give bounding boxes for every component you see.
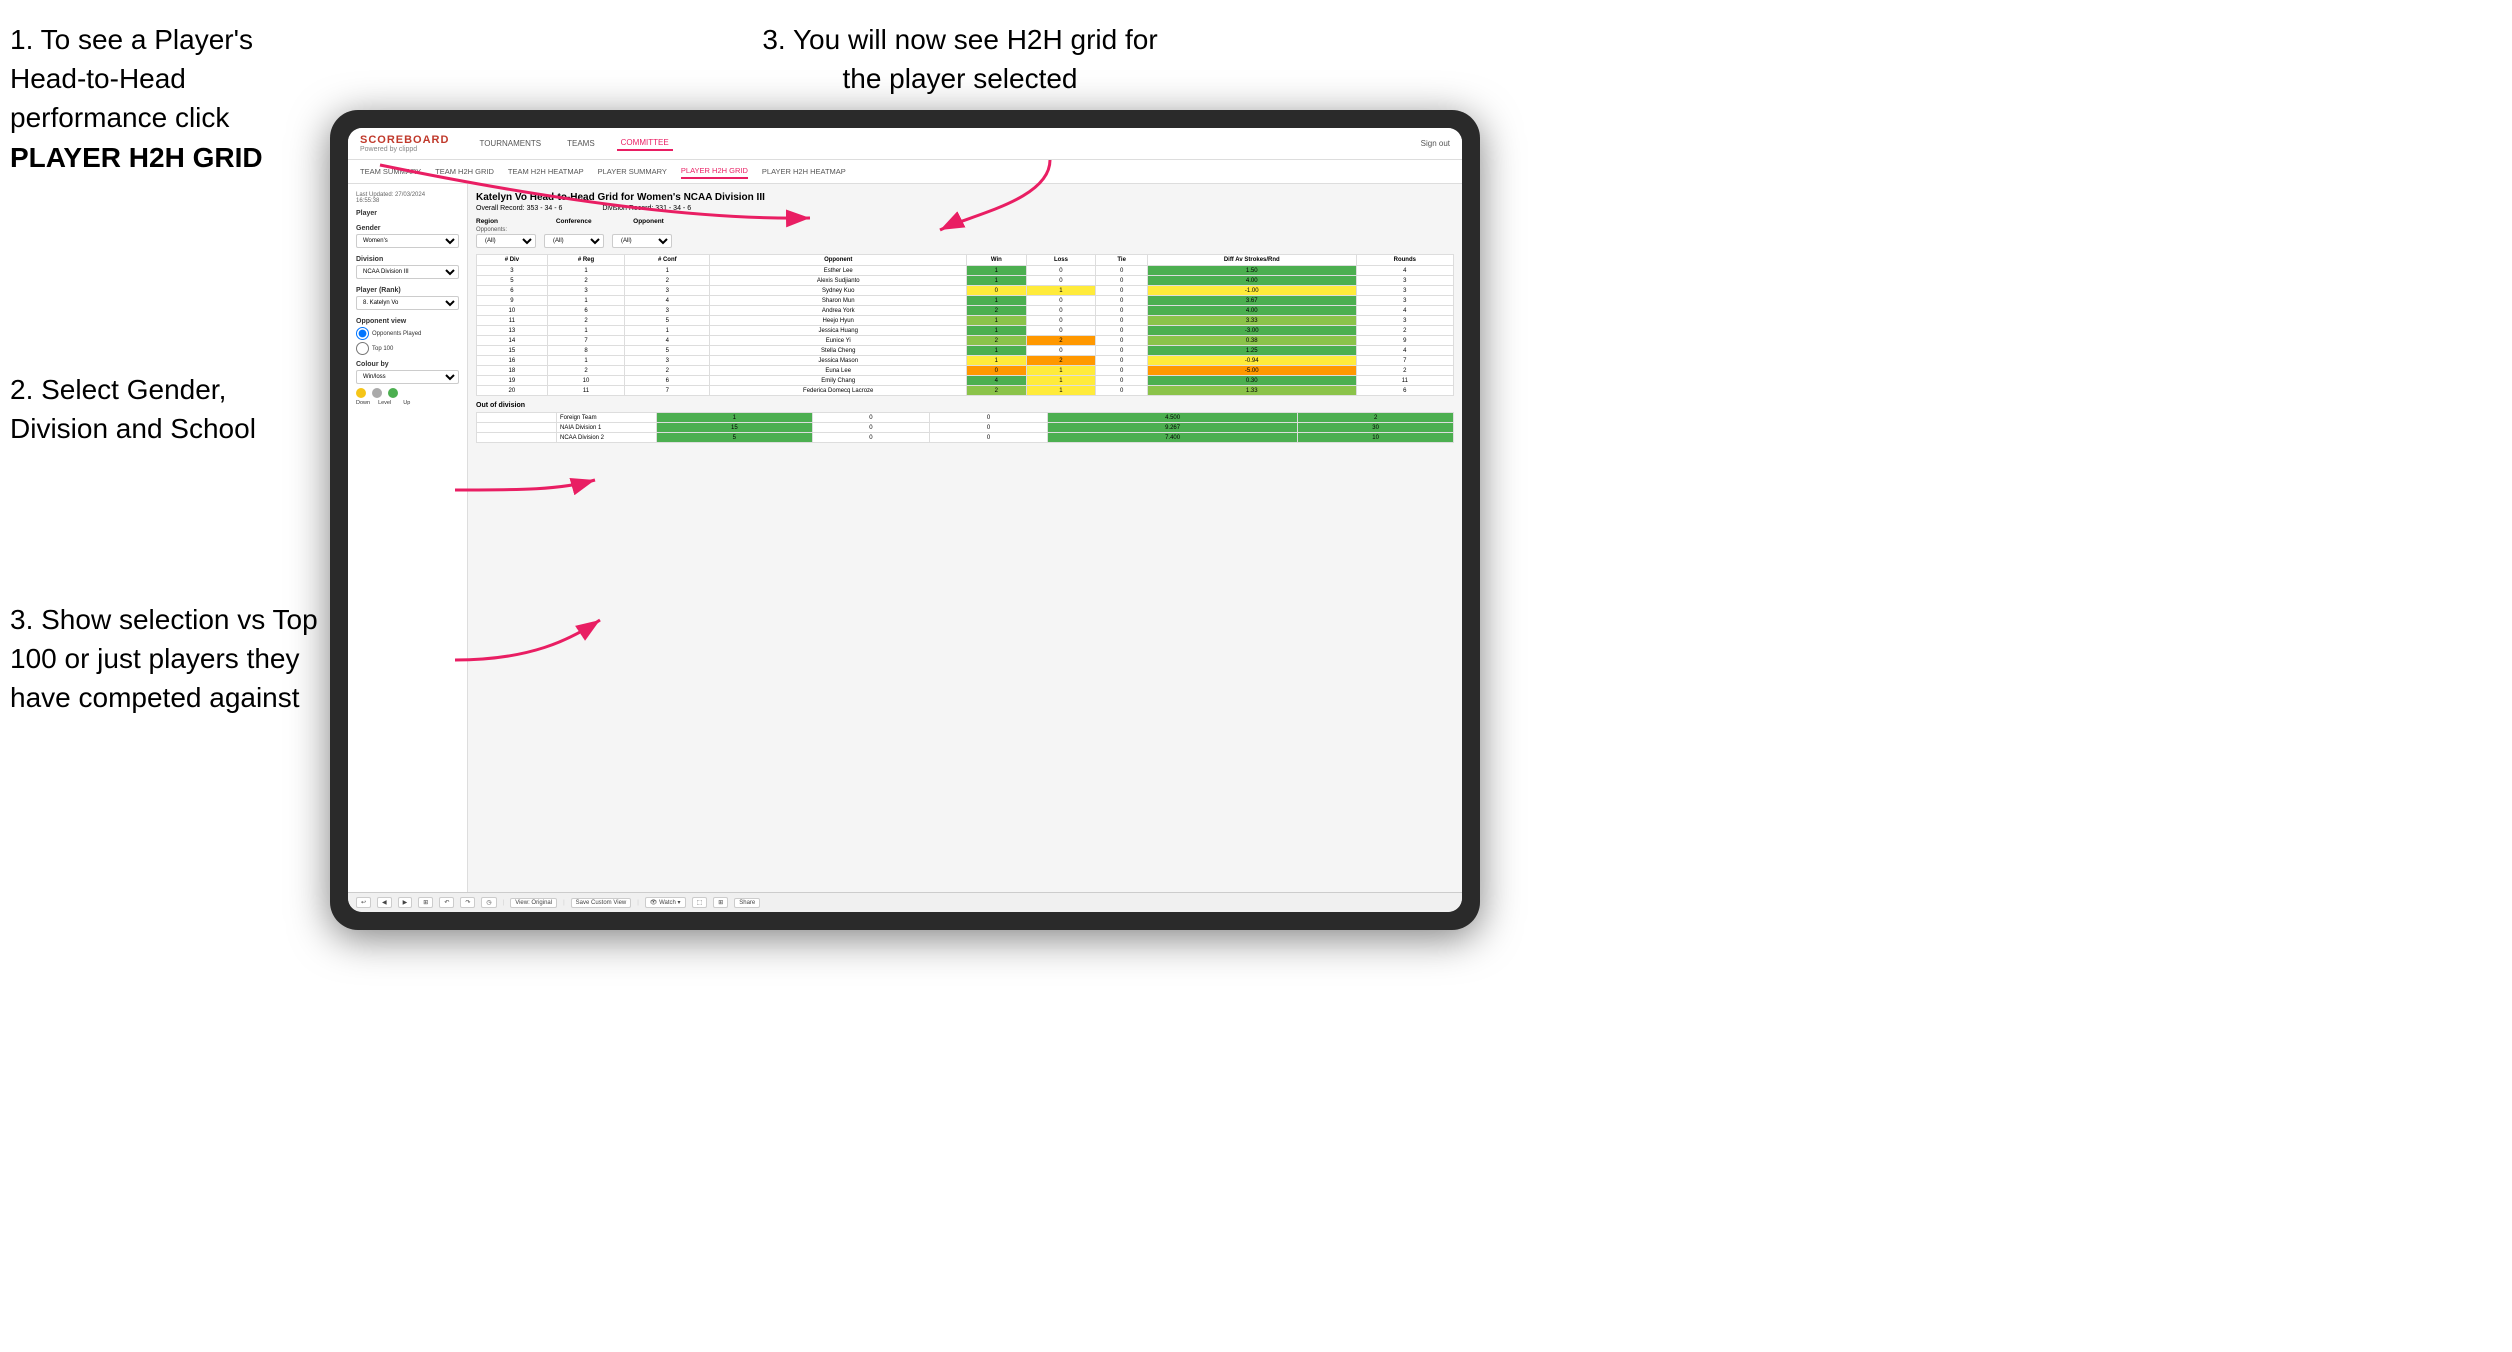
table-row: 5 2 2 Alexis Sudjianto 1 0 0 4.00 3 — [477, 276, 1454, 286]
ood-table-row: NCAA Division 2 5 0 0 7.400 10 — [477, 433, 1454, 443]
nav-teams[interactable]: TEAMS — [563, 137, 599, 150]
col-win: Win — [967, 255, 1027, 266]
subnav-player-h2h-heatmap[interactable]: PLAYER H2H HEATMAP — [762, 165, 846, 178]
table-row: 10 6 3 Andrea York 2 0 0 4.00 4 — [477, 306, 1454, 316]
ood-table-row: NAIA Division 1 15 0 0 9.267 30 — [477, 423, 1454, 433]
colour-section: Colour by Win/loss Down Level Up — [356, 361, 459, 406]
toolbar-watch[interactable]: 👁 Watch ▾ — [645, 897, 686, 908]
col-rounds: Rounds — [1356, 255, 1453, 266]
gender-section: Gender Women's — [356, 225, 459, 248]
conference-select[interactable]: (All) — [544, 234, 604, 248]
nav-committee[interactable]: COMMITTEE — [617, 136, 673, 151]
dot-down — [356, 388, 366, 398]
toolbar-undo[interactable]: ↩ — [356, 897, 371, 908]
conference-filter: (All) — [544, 227, 604, 248]
instruction-bottom-left: 3. Show selection vs Top 100 or just pla… — [10, 600, 320, 718]
colour-dots — [356, 388, 459, 398]
main-content: Last Updated: 27/03/2024 16:55:38 Player… — [348, 184, 1462, 892]
division-section: Division NCAA Division III — [356, 256, 459, 279]
out-of-division-table: Foreign Team 1 0 0 4.500 2 NAIA Division… — [476, 412, 1454, 443]
table-row: 13 1 1 Jessica Huang 1 0 0 -3.00 2 — [477, 326, 1454, 336]
colour-select[interactable]: Win/loss — [356, 370, 459, 384]
subnav-player-h2h-grid[interactable]: PLAYER H2H GRID — [681, 164, 748, 179]
table-row: 14 7 4 Eunice Yi 2 2 0 0.38 9 — [477, 336, 1454, 346]
player-section: Player — [356, 210, 459, 217]
col-loss: Loss — [1026, 255, 1096, 266]
division-select[interactable]: NCAA Division III — [356, 265, 459, 279]
dot-level — [372, 388, 382, 398]
col-opponent: Opponent — [710, 255, 967, 266]
player-rank-section: Player (Rank) 8. Katelyn Vo — [356, 287, 459, 310]
brand: SCOREBOARD Powered by clippd — [360, 134, 449, 153]
toolbar-grid[interactable]: ⊞ — [418, 897, 433, 908]
table-row: 3 1 1 Esther Lee 1 0 0 1.50 4 — [477, 266, 1454, 276]
opponent-select[interactable]: (All) — [612, 234, 672, 248]
subnav-team-summary[interactable]: TEAM SUMMARY — [360, 165, 421, 178]
instruction-top-right: 3. You will now see H2H grid for the pla… — [760, 20, 1160, 98]
toolbar-share-grid[interactable]: ⊞ — [713, 897, 728, 908]
sidebar: Last Updated: 27/03/2024 16:55:38 Player… — [348, 184, 468, 892]
table-row: 20 11 7 Federica Domecq Lacroze 2 1 0 1.… — [477, 386, 1454, 396]
data-area: Katelyn Vo Head-to-Head Grid for Women's… — [468, 184, 1462, 892]
subnav-team-h2h-heatmap[interactable]: TEAM H2H HEATMAP — [508, 165, 584, 178]
table-row: 18 2 2 Euna Lee 0 1 0 -5.00 2 — [477, 366, 1454, 376]
subnav-player-summary[interactable]: PLAYER SUMMARY — [598, 165, 667, 178]
opponent-filter: (All) — [612, 227, 672, 248]
table-row: 9 1 4 Sharon Mun 1 0 0 3.67 3 — [477, 296, 1454, 306]
record-row: Overall Record: 353 - 34 - 6 Division Re… — [476, 205, 1454, 212]
region-filter: Opponents: (All) — [476, 227, 536, 248]
col-tie: Tie — [1096, 255, 1148, 266]
ood-table-row: Foreign Team 1 0 0 4.500 2 — [477, 413, 1454, 423]
table-row: 11 2 5 Heejo Hyun 1 0 0 3.33 3 — [477, 316, 1454, 326]
instruction-top-left: 1. To see a Player's Head-to-Head perfor… — [10, 20, 330, 177]
radio-group: Opponents Played Top 100 — [356, 327, 459, 355]
radio-opponents-played[interactable]: Opponents Played — [356, 327, 459, 340]
nav-tournaments[interactable]: TOURNAMENTS — [475, 137, 545, 150]
sign-out[interactable]: Sign out — [1421, 139, 1450, 148]
table-row: 19 10 6 Emily Chang 4 1 0 0.30 11 — [477, 376, 1454, 386]
opponent-view-section: Opponent view Opponents Played Top 100 — [356, 318, 459, 355]
instruction-mid-left: 2. Select Gender, Division and School — [10, 370, 310, 448]
col-conf: # Conf — [625, 255, 710, 266]
timestamp: Last Updated: 27/03/2024 16:55:38 — [356, 192, 459, 204]
toolbar-layout[interactable]: ⬚ — [692, 897, 708, 908]
toolbar-back[interactable]: ◀ — [377, 897, 392, 908]
h2h-grid-table: # Div # Reg # Conf Opponent Win Loss Tie… — [476, 254, 1454, 396]
tablet-screen: SCOREBOARD Powered by clippd TOURNAMENTS… — [348, 128, 1462, 912]
gender-select[interactable]: Women's — [356, 234, 459, 248]
toolbar-save-custom[interactable]: Save Custom View — [571, 898, 632, 908]
filters-row: Opponents: (All) (All) — [476, 227, 1454, 248]
nav-bar: SCOREBOARD Powered by clippd TOURNAMENTS… — [348, 128, 1462, 160]
sub-nav: TEAM SUMMARY TEAM H2H GRID TEAM H2H HEAT… — [348, 160, 1462, 184]
toolbar-forward[interactable]: ▶ — [398, 897, 413, 908]
region-select[interactable]: (All) — [476, 234, 536, 248]
table-row: 16 1 3 Jessica Mason 1 2 0 -0.94 7 — [477, 356, 1454, 366]
toolbar-share[interactable]: Share — [734, 898, 760, 908]
col-reg: # Reg — [547, 255, 624, 266]
player-rank-select[interactable]: 8. Katelyn Vo — [356, 296, 459, 310]
dot-labels: Down Level Up — [356, 400, 459, 406]
region-header: Region Conference Opponent — [476, 218, 1454, 225]
tablet-frame: SCOREBOARD Powered by clippd TOURNAMENTS… — [330, 110, 1480, 930]
toolbar-redo-right[interactable]: ↷ — [460, 897, 475, 908]
table-row: 15 8 5 Stella Cheng 1 0 0 1.25 4 — [477, 346, 1454, 356]
toolbar-view-original[interactable]: View: Original — [510, 898, 557, 908]
toolbar-clock[interactable]: ◷ — [481, 897, 496, 908]
out-of-division-title: Out of division — [476, 402, 1454, 409]
table-row: 6 3 3 Sydney Kuo 0 1 0 -1.00 3 — [477, 286, 1454, 296]
col-diff: Diff Av Strokes/Rnd — [1147, 255, 1356, 266]
bottom-toolbar: ↩ ◀ ▶ ⊞ ↶ ↷ ◷ | View: Original | Save Cu… — [348, 892, 1462, 912]
toolbar-redo-left[interactable]: ↶ — [439, 897, 454, 908]
col-div: # Div — [477, 255, 548, 266]
page-title: Katelyn Vo Head-to-Head Grid for Women's… — [476, 192, 1454, 203]
subnav-team-h2h-grid[interactable]: TEAM H2H GRID — [435, 165, 494, 178]
dot-up — [388, 388, 398, 398]
radio-top100[interactable]: Top 100 — [356, 342, 459, 355]
